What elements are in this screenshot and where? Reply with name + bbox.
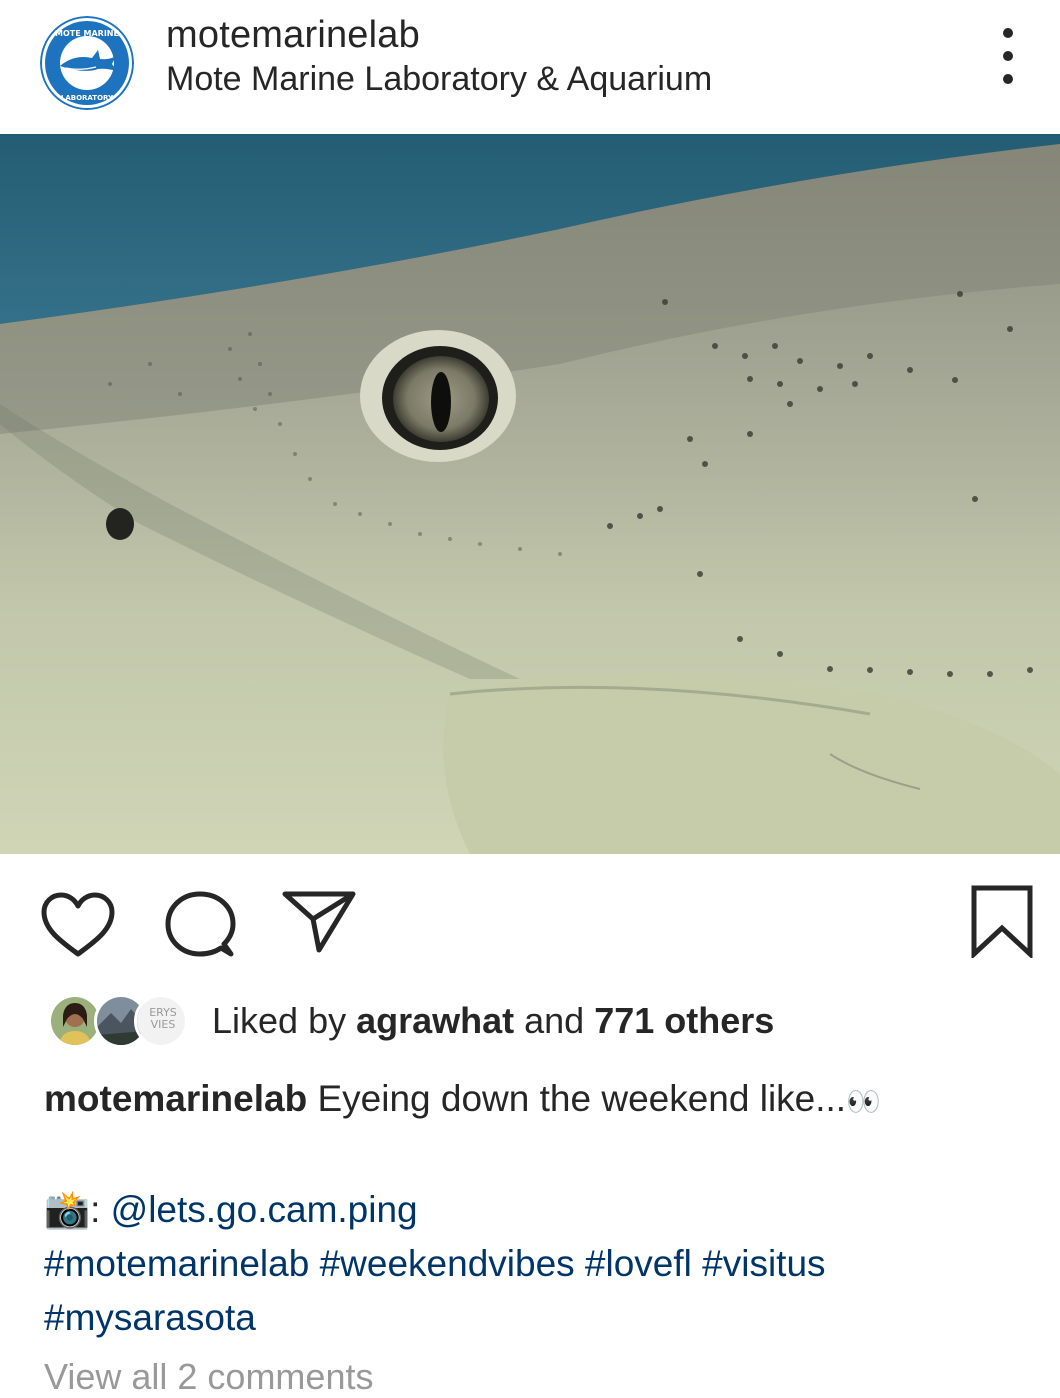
profile-avatar[interactable]: MOTE MARINE LABORATORY — [40, 16, 134, 110]
caption-credit-line: 📸: @lets.go.cam.ping — [44, 1183, 1024, 1237]
post-actions — [0, 870, 1060, 970]
eyes-emoji-icon: 👀 — [846, 1086, 881, 1117]
likes-row: ERYS VIES Liked by agrawhat and 771 othe… — [0, 990, 1060, 1060]
more-dot — [1003, 74, 1013, 84]
hashtags-line-2[interactable]: #mysarasota — [44, 1291, 1024, 1345]
more-options-button[interactable] — [988, 28, 1028, 84]
credit-handle-link[interactable]: @lets.go.cam.ping — [111, 1189, 418, 1230]
likes-summary[interactable]: Liked by agrawhat and 771 others — [212, 1000, 774, 1042]
post-location[interactable]: Mote Marine Laboratory & Aquarium — [166, 60, 712, 99]
likes-prefix: Liked by — [212, 1000, 357, 1041]
avatar-top-text: MOTE MARINE — [55, 29, 119, 38]
save-button[interactable] — [970, 884, 1034, 963]
like-button[interactable] — [40, 892, 116, 963]
paper-plane-icon — [282, 891, 356, 953]
comment-button[interactable] — [164, 890, 236, 965]
shark-logo-icon: MOTE MARINE LABORATORY — [40, 16, 134, 110]
more-dot — [1003, 51, 1013, 61]
badge-avatar-icon: ERYS VIES — [137, 997, 185, 1045]
post-header: MOTE MARINE LABORATORY motemarinelab Mot… — [0, 0, 1060, 134]
credit-prefix: : — [90, 1189, 111, 1230]
camera-emoji-icon: 📸 — [44, 1189, 91, 1230]
liker-avatar-3[interactable]: ERYS VIES — [134, 994, 188, 1048]
post-username[interactable]: motemarinelab — [166, 14, 420, 57]
share-button[interactable] — [282, 890, 356, 959]
caption-username[interactable]: motemarinelab — [44, 1078, 307, 1119]
post-caption: motemarinelab Eyeing down the weekend li… — [44, 1072, 1024, 1345]
view-comments-link[interactable]: View all 2 comments — [44, 1356, 373, 1398]
more-vertical-icon — [1003, 28, 1013, 38]
caption-line-1: motemarinelab Eyeing down the weekend li… — [44, 1072, 1024, 1129]
hashtags-line-1[interactable]: #motemarinelab #weekendvibes #lovefl #vi… — [44, 1237, 1024, 1291]
post-photo[interactable] — [0, 134, 1060, 854]
comment-icon — [165, 891, 236, 957]
bookmark-icon — [971, 885, 1033, 960]
liker-badge-text-2: VIES — [151, 1018, 176, 1031]
shark-photo-image — [0, 134, 1060, 854]
person-avatar-icon — [51, 997, 99, 1045]
caption-text: Eyeing down the weekend like... — [307, 1078, 847, 1119]
likes-others-link[interactable]: 771 others — [594, 1000, 774, 1041]
likes-middle: and — [514, 1000, 595, 1041]
avatar-bottom-text: LABORATORY — [61, 94, 114, 102]
first-liker-link[interactable]: agrawhat — [356, 1000, 514, 1041]
heart-icon — [41, 892, 115, 957]
